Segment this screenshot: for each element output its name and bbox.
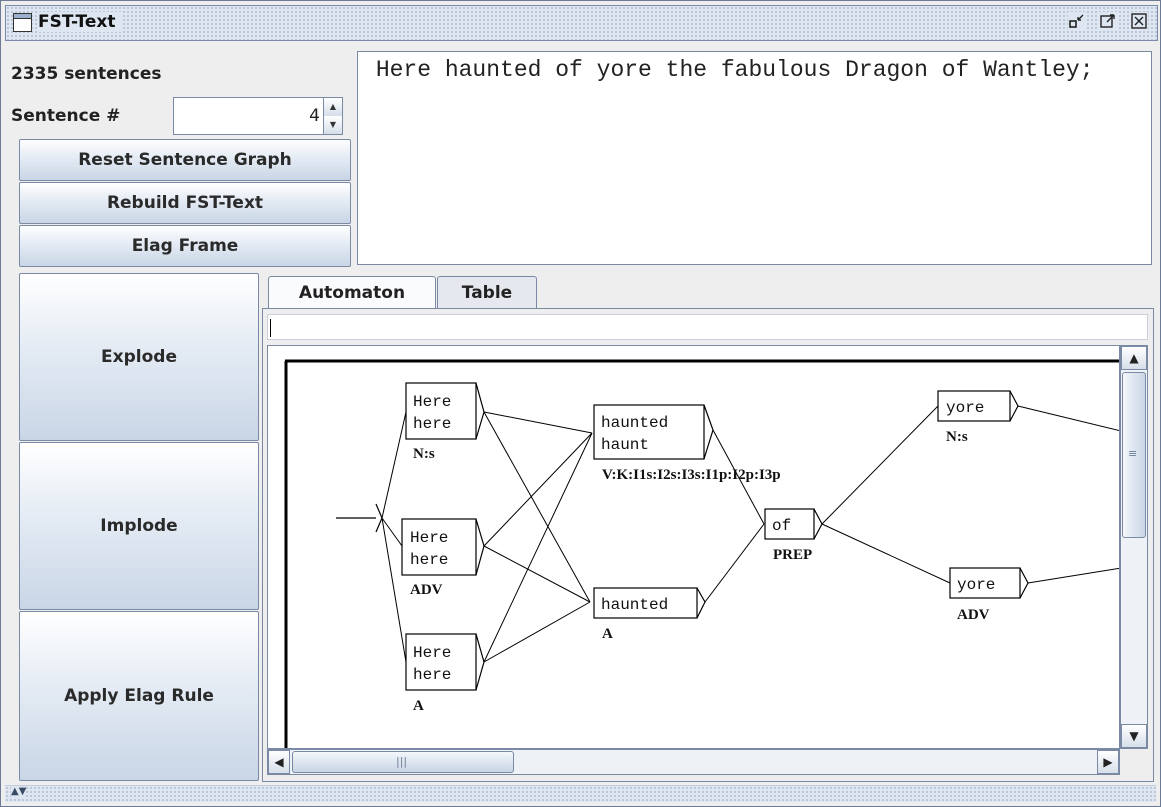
box-here-ns-line1: Here bbox=[413, 393, 451, 411]
tab-automaton[interactable]: Automaton bbox=[268, 276, 436, 309]
apply-elag-rule-button[interactable]: Apply Elag Rule bbox=[19, 611, 259, 781]
implode-button[interactable]: Implode bbox=[19, 442, 259, 610]
box-here-a[interactable]: Here here A bbox=[405, 633, 485, 714]
split-divider[interactable]: ▲▼ bbox=[5, 785, 1156, 802]
horizontal-scrollbar[interactable]: ◀ ||| ▶ bbox=[267, 749, 1120, 775]
reset-sentence-graph-button[interactable]: Reset Sentence Graph bbox=[19, 139, 351, 181]
box-haunted-adj-tag: A bbox=[602, 626, 613, 642]
window-icon bbox=[13, 13, 32, 32]
box-of-prep-tag: PREP bbox=[773, 547, 812, 563]
box-here-a-line1: Here bbox=[413, 644, 451, 662]
scroll-left-icon[interactable]: ◀ bbox=[268, 750, 290, 774]
split-arrows-icon[interactable]: ▲▼ bbox=[11, 786, 27, 797]
box-yore-adv-tag: ADV bbox=[957, 607, 990, 623]
box-haunted-verb-line1: haunted bbox=[601, 414, 668, 432]
scroll-down-icon[interactable]: ▼ bbox=[1121, 724, 1147, 748]
box-haunted-verb-tag: V:K:I1s:I2s:I3s:I1p:I2p:I3p bbox=[602, 467, 781, 483]
box-here-adv-line1: Here bbox=[410, 529, 448, 547]
box-here-a-tag: A bbox=[413, 698, 424, 714]
box-yore-adv[interactable]: yore ADV bbox=[949, 567, 1029, 623]
box-here-adv-tag: ADV bbox=[410, 582, 443, 598]
box-yore-ns-tag: N:s bbox=[946, 429, 968, 445]
spin-down-icon[interactable]: ▼ bbox=[323, 116, 342, 134]
box-yore-adv-line1: yore bbox=[957, 576, 995, 594]
rebuild-fst-text-button[interactable]: Rebuild FST-Text bbox=[19, 182, 351, 224]
vertical-scrollbar[interactable]: ▲ ≡ ▼ bbox=[1120, 345, 1148, 749]
sentence-text-area[interactable]: Here haunted of yore the fabulous Dragon… bbox=[357, 51, 1152, 265]
box-here-adv[interactable]: Here here ADV bbox=[401, 518, 485, 598]
graph-transitions bbox=[381, 405, 1119, 663]
sentence-number-label: Sentence # bbox=[11, 106, 121, 126]
tab-table[interactable]: Table bbox=[437, 276, 537, 308]
minimize-icon[interactable] bbox=[1068, 12, 1086, 30]
vertical-scroll-thumb[interactable]: ≡ bbox=[1122, 372, 1146, 538]
box-here-adv-line2: here bbox=[410, 551, 448, 569]
box-of-prep-line1: of bbox=[772, 517, 791, 535]
box-haunted-verb[interactable]: haunted haunt V:K:I1s:I2s:I3s:I1p:I2p:I3… bbox=[593, 404, 781, 483]
sentence-number-spinner[interactable]: 4 ▲ ▼ bbox=[173, 97, 343, 135]
spin-up-icon[interactable]: ▲ bbox=[323, 98, 342, 117]
box-here-ns[interactable]: Here here N:s bbox=[405, 382, 485, 462]
grip-icon: ||| bbox=[396, 755, 408, 768]
sentence-count: 2335 sentences bbox=[11, 64, 162, 84]
horizontal-scroll-thumb[interactable]: ||| bbox=[292, 751, 514, 773]
title-bar[interactable]: FST-Text bbox=[5, 5, 1158, 41]
text-caret bbox=[270, 319, 271, 337]
sentence-text: Here haunted of yore the fabulous Dragon… bbox=[362, 57, 1094, 83]
sentence-number-value: 4 bbox=[309, 106, 320, 126]
scroll-up-icon[interactable]: ▲ bbox=[1121, 346, 1147, 370]
automaton-text-field[interactable] bbox=[267, 314, 1148, 340]
close-icon[interactable] bbox=[1130, 12, 1148, 30]
box-yore-ns[interactable]: yore N:s bbox=[937, 390, 1019, 445]
explode-button[interactable]: Explode bbox=[19, 273, 259, 441]
initial-state-icon bbox=[375, 503, 383, 533]
automaton-graph[interactable]: Here here N:s Here here ADV Here here A bbox=[267, 345, 1120, 749]
box-here-ns-tag: N:s bbox=[413, 446, 435, 462]
scroll-right-icon[interactable]: ▶ bbox=[1097, 750, 1119, 774]
maximize-icon[interactable] bbox=[1099, 12, 1117, 30]
elag-frame-button[interactable]: Elag Frame bbox=[19, 225, 351, 267]
fst-text-window: FST-Text 2335 sentences Sentence # 4 ▲ ▼… bbox=[0, 0, 1161, 807]
box-haunted-adj-line1: haunted bbox=[601, 596, 668, 614]
grip-icon: ≡ bbox=[1128, 447, 1138, 460]
box-here-a-line2: here bbox=[413, 666, 451, 684]
box-yore-ns-line1: yore bbox=[946, 399, 984, 417]
box-haunted-adj[interactable]: haunted A bbox=[593, 587, 706, 642]
box-haunted-verb-line2: haunt bbox=[601, 436, 649, 454]
box-here-ns-line2: here bbox=[413, 415, 451, 433]
box-of-prep[interactable]: of PREP bbox=[764, 508, 823, 563]
graph-canvas: Here here N:s Here here ADV Here here A bbox=[284, 359, 1119, 748]
window-title: FST-Text bbox=[38, 12, 124, 32]
